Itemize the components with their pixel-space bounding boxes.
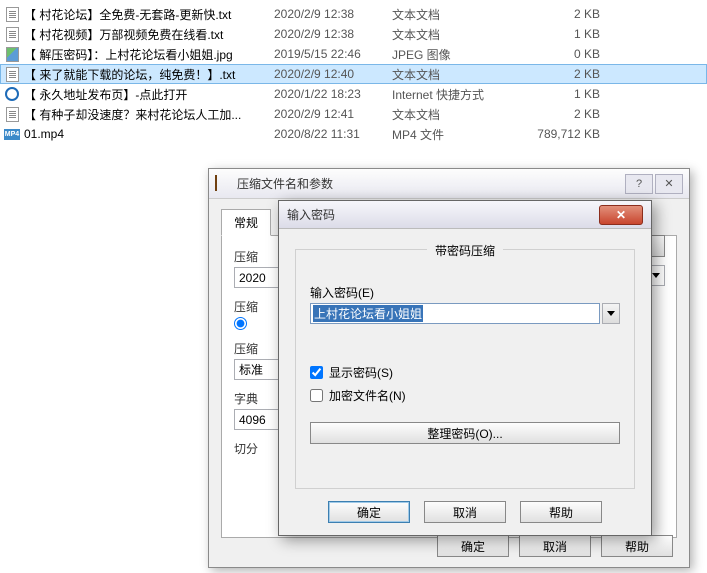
file-row[interactable]: 【 永久地址发布页】-点此打开 2020/1/22 18:23 Internet… (0, 84, 707, 104)
file-size: 789,712 KB (512, 127, 612, 141)
file-size: 1 KB (512, 87, 612, 101)
file-size: 2 KB (512, 107, 612, 121)
dialog-titlebar[interactable]: 输入密码 ✕ (279, 201, 651, 229)
file-name: 【 来了就能下载的论坛，纯免费！】.txt (24, 66, 274, 83)
file-row[interactable]: 【 有种子却没速度？来村花论坛人工加... 2020/2/9 12:41 文本文… (0, 104, 707, 124)
winrar-icon (215, 176, 231, 192)
file-list: 【 村花论坛】全免费-无套路-更新快.txt 2020/2/9 12:38 文本… (0, 0, 707, 148)
password-dialog: 输入密码 ✕ 带密码压缩 输入密码(E) 上村花论坛看小姐姐 显示密码(S) 加… (278, 200, 652, 536)
text-file-icon (4, 66, 20, 82)
text-file-icon (4, 26, 20, 42)
show-password-label: 显示密码(S) (329, 364, 393, 381)
file-date: 2020/2/9 12:40 (274, 67, 392, 81)
help-button[interactable]: ? (625, 174, 653, 194)
file-name: 【 村花论坛】全免费-无套路-更新快.txt (24, 6, 274, 23)
ok-button[interactable]: 确定 (328, 501, 410, 523)
file-date: 2020/8/22 11:31 (274, 127, 392, 141)
ok-button[interactable]: 确定 (437, 535, 509, 557)
file-type: Internet 快捷方式 (392, 86, 512, 103)
file-type: 文本文档 (392, 66, 512, 83)
format-radio[interactable] (234, 317, 247, 330)
encrypt-names-checkbox[interactable] (310, 389, 323, 402)
password-input[interactable]: 上村花论坛看小姐姐 (310, 303, 600, 324)
show-password-checkbox[interactable] (310, 366, 323, 379)
tab-general[interactable]: 常规 (221, 209, 271, 236)
password-group: 带密码压缩 输入密码(E) 上村花论坛看小姐姐 显示密码(S) 加密文件名(N)… (295, 249, 635, 489)
file-row-selected[interactable]: 【 来了就能下载的论坛，纯免费！】.txt 2020/2/9 12:40 文本文… (0, 64, 707, 84)
text-file-icon (4, 106, 20, 122)
file-name: 【 解压密码】：上村花论坛看小姐姐.jpg (24, 46, 274, 63)
chevron-down-icon[interactable] (602, 303, 620, 324)
file-type: JPEG 图像 (392, 46, 512, 63)
group-title: 带密码压缩 (427, 242, 503, 259)
file-type: 文本文档 (392, 6, 512, 23)
file-row[interactable]: 【 解压密码】：上村花论坛看小姐姐.jpg 2019/5/15 22:46 JP… (0, 44, 707, 64)
dialog-title: 压缩文件名和参数 (237, 175, 623, 192)
help-button[interactable]: 帮助 (601, 535, 673, 557)
dialog-titlebar[interactable]: 压缩文件名和参数 ? ✕ (209, 169, 689, 199)
organize-passwords-button[interactable]: 整理密码(O)... (310, 422, 620, 444)
close-button[interactable]: ✕ (599, 205, 643, 225)
cancel-button[interactable]: 取消 (519, 535, 591, 557)
file-size: 2 KB (512, 7, 612, 21)
password-label: 输入密码(E) (310, 284, 620, 301)
file-row[interactable]: MP4 01.mp4 2020/8/22 11:31 MP4 文件 789,71… (0, 124, 707, 144)
jpeg-file-icon (4, 46, 20, 62)
ie-shortcut-icon (4, 86, 20, 102)
file-date: 2020/2/9 12:41 (274, 107, 392, 121)
encrypt-names-label: 加密文件名(N) (329, 387, 406, 404)
file-type: 文本文档 (392, 106, 512, 123)
mp4-file-icon: MP4 (4, 126, 20, 142)
file-size: 1 KB (512, 27, 612, 41)
file-name: 【 村花视频】万部视频免费在线看.txt (24, 26, 274, 43)
file-date: 2019/5/15 22:46 (274, 47, 392, 61)
close-button[interactable]: ✕ (655, 174, 683, 194)
file-date: 2020/2/9 12:38 (274, 27, 392, 41)
file-row[interactable]: 【 村花论坛】全免费-无套路-更新快.txt 2020/2/9 12:38 文本… (0, 4, 707, 24)
file-name: 【 永久地址发布页】-点此打开 (24, 86, 274, 103)
file-name: 01.mp4 (24, 127, 274, 141)
file-size: 0 KB (512, 47, 612, 61)
file-date: 2020/1/22 18:23 (274, 87, 392, 101)
file-row[interactable]: 【 村花视频】万部视频免费在线看.txt 2020/2/9 12:38 文本文档… (0, 24, 707, 44)
help-button[interactable]: 帮助 (520, 501, 602, 523)
file-name: 【 有种子却没速度？来村花论坛人工加... (24, 106, 274, 123)
dialog-title: 输入密码 (287, 206, 599, 223)
file-type: 文本文档 (392, 26, 512, 43)
file-size: 2 KB (512, 67, 612, 81)
file-type: MP4 文件 (392, 126, 512, 143)
text-file-icon (4, 6, 20, 22)
file-date: 2020/2/9 12:38 (274, 7, 392, 21)
cancel-button[interactable]: 取消 (424, 501, 506, 523)
